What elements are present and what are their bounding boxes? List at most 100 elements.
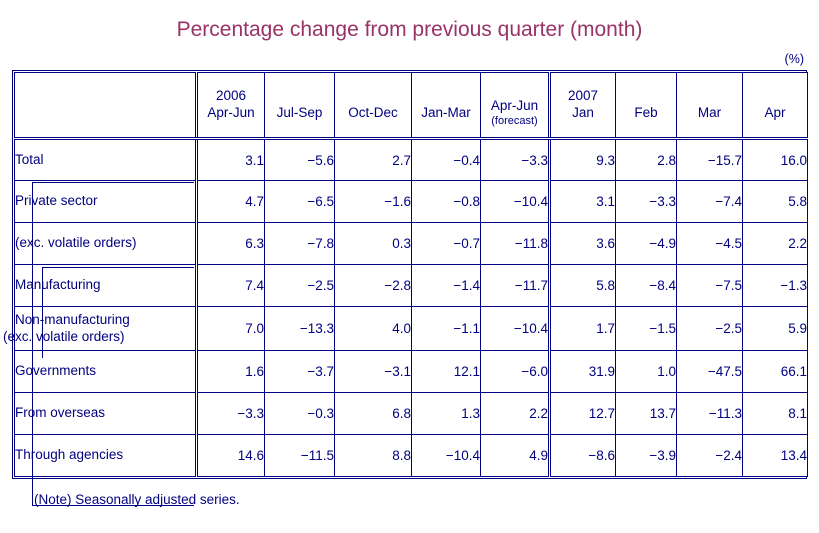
table-cell-value: −11.3 — [676, 392, 743, 435]
table-cell-value: 7.0 — [195, 306, 265, 351]
table-cell-value: −8.6 — [548, 434, 616, 477]
table-cell-value: −0.3 — [264, 392, 335, 435]
table-cell-value: −2.4 — [676, 434, 743, 477]
column-header-period: Apr-Jun — [490, 98, 539, 114]
table-cell-value: −0.8 — [411, 180, 481, 223]
table-cell-value: −6.5 — [264, 180, 335, 223]
column-header-period: Jan-Mar — [421, 105, 471, 121]
table-row: (exc. volatile orders) 6.3 −7.8 0.3 −0.7 −11.… — [14, 222, 808, 265]
row-label-from-overseas: From overseas — [14, 392, 197, 435]
table-cell-value: −3.3 — [195, 392, 265, 435]
table-row: Non-manufacturing (exc. volatile orders) 7… — [3, 306, 808, 351]
table-cell-value: 1.7 — [548, 306, 616, 351]
table-cell-value: 3.6 — [548, 222, 616, 265]
column-header-period: Jul-Sep — [276, 105, 323, 121]
column-header-year — [677, 88, 742, 105]
table-cell-value: 31.9 — [548, 350, 616, 393]
column-header-apr-jun: 2006 Apr-Jun — [195, 72, 265, 140]
table-cell-value: −7.4 — [676, 180, 743, 223]
table-cell-value: 4.0 — [334, 306, 412, 351]
unit-label: (%) — [784, 52, 804, 66]
table-cell-value: −1.3 — [742, 264, 808, 307]
table-cell-value: 5.8 — [742, 180, 808, 223]
row-label-private-sector: Private sector — [14, 180, 197, 223]
table-cell-value: −8.4 — [615, 264, 677, 307]
table-cell-value: 8.1 — [742, 392, 808, 435]
table-cell-value: 2.8 — [615, 138, 677, 181]
table-cell-value: −7.8 — [264, 222, 335, 265]
row-label-line1: Through agencies — [15, 447, 124, 463]
row-label-total: Total — [14, 138, 197, 181]
table-cell-value: −11.7 — [480, 264, 550, 307]
table-cell-value: 6.3 — [195, 222, 265, 265]
data-table-container: 2006 Apr-Jun Jul-Sep Oct-Dec Jan-Mar Apr-Jun(… — [3, 70, 808, 506]
table-cell-value: 5.8 — [548, 264, 616, 307]
table-cell-value: 7.4 — [195, 264, 265, 307]
table-cell-value: −10.4 — [480, 306, 550, 351]
table-cell-value: 66.1 — [742, 350, 808, 393]
table-cell-value: 2.7 — [334, 138, 412, 181]
table-cell-value: −1.4 — [411, 264, 481, 307]
table-cell-value: −3.3 — [615, 180, 677, 223]
column-header-period: Jan — [572, 105, 594, 121]
table-cell-value: 3.1 — [548, 180, 616, 223]
column-header-period: Oct-Dec — [348, 105, 398, 121]
column-header-year — [335, 88, 411, 105]
table-cell-value: −3.7 — [264, 350, 335, 393]
table-cell-value: 2.2 — [742, 222, 808, 265]
table-row: Manufacturing 7.4 −2.5 −2.8 −1.4 −11.7 5.8 −8.4… — [14, 264, 808, 307]
table-cell-value: −3.9 — [615, 434, 677, 477]
row-label-line2: (exc. volatile orders) — [3, 328, 125, 344]
data-table: 2006 Apr-Jun Jul-Sep Oct-Dec Jan-Mar Apr-Jun(… — [3, 72, 808, 477]
row-label-non-manufacturing: Non-manufacturing (exc. volatile orders) — [3, 306, 197, 351]
table-cell-value: 5.9 — [742, 306, 808, 351]
table-row: From overseas −3.3 −0.3 6.8 1.3 2.2 12.7 13.7 −1… — [14, 392, 808, 435]
table-row: Governments 1.6 −3.7 −3.1 12.1 −6.0 31.9 1.0 −47… — [14, 350, 808, 393]
row-label-line1: Non-manufacturing — [15, 312, 130, 328]
table-cell-value: 9.3 — [548, 138, 616, 181]
table-cell-value: 6.8 — [334, 392, 412, 435]
column-header-feb: Feb — [615, 72, 677, 140]
column-header-year — [481, 81, 548, 98]
table-cell-value: −7.5 — [676, 264, 743, 307]
table-body: 2006 Apr-Jun Jul-Sep Oct-Dec Jan-Mar Apr-Jun(… — [3, 72, 808, 477]
column-header-jan: 2007 Jan — [548, 72, 616, 140]
column-header-sub: (forecast) — [491, 115, 538, 128]
table-cell-value: −0.7 — [411, 222, 481, 265]
table-cell-value: −13.3 — [264, 306, 335, 351]
table-cell-value: −2.8 — [334, 264, 412, 307]
table-cell-value: 1.0 — [615, 350, 677, 393]
row-label-line1: Total — [15, 151, 44, 167]
row-label-line1: (exc. volatile orders) — [15, 235, 137, 251]
table-cell-value: −1.5 — [615, 306, 677, 351]
table-cell-value: −10.4 — [480, 180, 550, 223]
table-cell-value: −3.3 — [480, 138, 550, 181]
table-cell-value: −10.4 — [411, 434, 481, 477]
row-label-manufacturing: Manufacturing — [14, 264, 197, 307]
row-label-line1: From overseas — [15, 405, 106, 421]
column-header-year: 2007 — [567, 88, 599, 104]
table-cell-value: 3.1 — [195, 138, 265, 181]
column-header-period: Apr-Jun — [207, 105, 255, 121]
row-label-governments: Governments — [14, 350, 197, 393]
column-header-period: Feb — [634, 105, 658, 121]
table-cell-value: 12.1 — [411, 350, 481, 393]
table-row: Private sector 4.7 −6.5 −1.6 −0.8 −10.4 3.1 −3.… — [14, 180, 808, 223]
column-header-jan-mar: Jan-Mar — [411, 72, 481, 140]
row-label-line1: Governments — [15, 363, 97, 379]
row-label-exc-volatile-orders: (exc. volatile orders) — [14, 222, 197, 265]
column-header-apr: Apr — [742, 72, 808, 140]
page-title: Percentage change from previous quarter … — [176, 18, 643, 41]
table-cell-value: −1.6 — [334, 180, 412, 223]
table-cell-value: 0.3 — [334, 222, 412, 265]
column-header-year — [616, 88, 676, 105]
table-cell-value: −47.5 — [676, 350, 743, 393]
table-cell-value: −6.0 — [480, 350, 550, 393]
table-cell-value: −2.5 — [264, 264, 335, 307]
table-cell-value: 1.6 — [195, 350, 265, 393]
row-label-line1: Private sector — [15, 193, 98, 209]
table-cell-value: −4.5 — [676, 222, 743, 265]
table-cell-value: 14.6 — [195, 434, 265, 477]
table-cell-value: 1.3 — [411, 392, 481, 435]
table-row: Total 3.1 −5.6 2.7 −0.4 −3.3 9.3 2.8 −15.7 16.0 — [14, 138, 808, 181]
